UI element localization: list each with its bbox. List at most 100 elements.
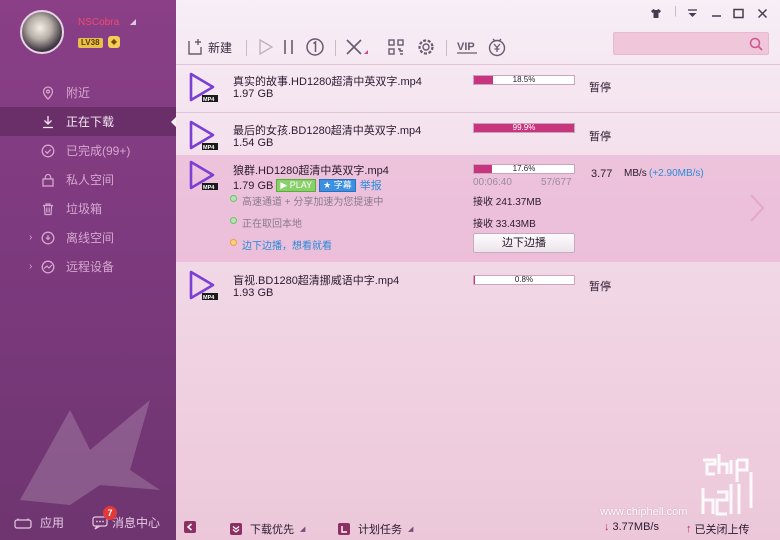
lock-icon: [40, 172, 56, 188]
toolbar-divider: [335, 40, 336, 56]
search-input[interactable]: [614, 33, 744, 54]
start-button[interactable]: [258, 36, 274, 58]
speed-limit-button[interactable]: [305, 36, 325, 58]
file-name: 真实的故事.HD1280超清中英双字.mp4: [233, 76, 422, 88]
svg-text:MP4: MP4: [203, 97, 215, 102]
download-row[interactable]: MP4 最后的女孩.BD1280超清中英双字.mp4 1.54 GB 99.9%…: [176, 113, 780, 155]
sidebar-item-offline-space[interactable]: › 离线空间: [0, 223, 176, 252]
svg-text:VIP: VIP: [457, 41, 475, 53]
play-tag[interactable]: ▶ PLAY: [276, 179, 317, 192]
file-size-with-tags: 1.79 GB ▶ PLAY ★ 字幕 举报: [233, 177, 382, 193]
main-menu-icon[interactable]: [687, 8, 698, 22]
scheduled-tasks-label: 计划任务: [358, 524, 402, 536]
maximize-icon[interactable]: [733, 8, 744, 22]
vip-button[interactable]: VIP: [456, 36, 478, 58]
main-panel: | 新建 VIP MP4 真实的故事.HD1280超清中英双字.mp4 1.97…: [176, 0, 780, 540]
avatar[interactable]: [20, 10, 64, 54]
speed-unit: MB/s: [624, 168, 647, 179]
delete-button[interactable]: [345, 36, 369, 58]
yuan-coin-button[interactable]: [487, 36, 507, 58]
progress-bar: 18.5%: [473, 75, 575, 85]
download-speed-indicator[interactable]: ↓ 3.77MB/s: [604, 521, 659, 533]
close-icon[interactable]: [757, 8, 768, 22]
skin-shirt-icon[interactable]: [650, 8, 662, 22]
progress-bar: 17.6%: [473, 164, 575, 174]
progress-bar: 0.8%: [473, 275, 575, 285]
mp4-file-icon: MP4: [189, 160, 218, 190]
chevron-right-icon[interactable]: [748, 193, 766, 223]
mp4-file-icon: MP4: [189, 72, 218, 102]
download-priority-label: 下载优先: [250, 524, 294, 536]
play-while-download-button[interactable]: 边下边播: [473, 233, 575, 253]
pieces-count: 57/677: [541, 177, 572, 188]
play-icon: [259, 38, 274, 56]
download-row-selected[interactable]: MP4 狼群.HD1280超清中英双字.mp4 1.79 GB ▶ PLAY ★ 字…: [176, 155, 780, 262]
sidebar-item-label: 垃圾箱: [66, 202, 103, 216]
status-text: 暂停: [589, 82, 611, 94]
sidebar-item-trash[interactable]: 垃圾箱: [0, 194, 176, 223]
sidebar-item-nearby[interactable]: 附近: [0, 78, 176, 107]
search-icon[interactable]: [749, 37, 763, 54]
subtitle-tag[interactable]: ★ 字幕: [319, 179, 356, 192]
sidebar-item-completed[interactable]: 已完成(99+): [0, 136, 176, 165]
toolbar-divider: [446, 40, 447, 56]
username[interactable]: NSCobra: [78, 17, 119, 28]
cloud-icon: [40, 230, 56, 246]
sidebar-item-label: 私人空间: [66, 173, 115, 187]
chevron-right-icon[interactable]: ›: [29, 232, 32, 243]
new-task-button[interactable]: 新建: [186, 36, 232, 58]
dropdown-arrow-icon: ◢: [408, 526, 414, 533]
trash-icon: [40, 201, 56, 217]
report-link[interactable]: 举报: [360, 180, 382, 192]
grid-icon: [388, 39, 404, 55]
file-name: 盲视.BD1280超清挪威语中字.mp4: [233, 275, 400, 287]
upload-toggle[interactable]: ↑ 已关闭上传: [686, 521, 750, 537]
scheduled-tasks-button[interactable]: 计划任务 ◢: [338, 521, 413, 537]
app-window: NSCobra LV38 ◆ 附近 正在下载 已完成(99+) 私人空间 垃圾箱…: [0, 0, 780, 540]
speed-limit-icon: [306, 38, 324, 56]
file-size: 1.79 GB: [233, 180, 274, 192]
settings-button[interactable]: [416, 36, 436, 58]
priority-down-icon: [230, 523, 242, 535]
received-amount: 接收 241.37MB: [473, 197, 542, 208]
download-priority-button[interactable]: 下载优先 ◢: [230, 521, 305, 537]
progress-text: 99.9%: [512, 123, 536, 132]
file-name: 最后的女孩.BD1280超清中英双字.mp4: [233, 125, 422, 137]
file-size: 1.54 GB: [233, 137, 274, 149]
download-speed: 3.77: [591, 168, 613, 180]
sidebar-item-private-space[interactable]: 私人空间: [0, 165, 176, 194]
download-row[interactable]: MP4 盲视.BD1280超清挪威语中字.mp4 1.93 GB 0.8% 暂停: [176, 263, 780, 305]
minimize-icon[interactable]: [711, 8, 722, 22]
chevron-right-icon[interactable]: ›: [29, 261, 32, 272]
new-task-icon: [188, 39, 202, 55]
status-dot-green: [230, 195, 237, 202]
toolbar-divider: [246, 40, 247, 56]
play-while-download-link[interactable]: 边下边播，想看就看: [242, 237, 332, 252]
upload-arrow-icon: ↑: [686, 523, 692, 535]
sidebar-item-remote-device[interactable]: › 远程设备: [0, 252, 176, 281]
apps-button[interactable]: 应用: [14, 514, 64, 531]
toolbar-separator: [176, 64, 780, 65]
status-bar: 下载优先 ◢ 计划任务 ◢ ↓ 3.77MB/s ↑ 已关闭上传: [176, 514, 780, 540]
file-size: 1.93 GB: [233, 287, 274, 299]
apps-label: 应用: [40, 516, 65, 530]
account-menu-icon[interactable]: [130, 19, 136, 25]
local-fetch-status: 正在取回本地: [242, 219, 302, 230]
download-row[interactable]: MP4 真实的故事.HD1280超清中英双字.mp4 1.97 GB 18.5%…: [176, 66, 780, 112]
collapse-sidebar-button[interactable]: [184, 521, 204, 533]
batch-select-button[interactable]: [387, 36, 405, 58]
vip-coin-icon[interactable]: ◆: [108, 36, 120, 48]
sidebar-item-downloading[interactable]: 正在下载: [0, 107, 177, 136]
chevron-left-icon: [184, 521, 196, 533]
download-arrow-icon: ↓: [604, 521, 610, 533]
file-name: 狼群.HD1280超清中英双字.mp4: [233, 165, 389, 177]
pause-icon: [284, 40, 293, 54]
message-center-button[interactable]: 消息中心: [92, 514, 160, 531]
progress-bar: 99.9%: [473, 123, 575, 133]
message-center-label: 消息中心: [112, 516, 161, 530]
gear-icon: [418, 39, 434, 55]
decorative-wing-background: [20, 400, 160, 505]
pause-button[interactable]: [282, 36, 296, 58]
sidebar-item-label: 离线空间: [66, 231, 115, 245]
apps-icon: [14, 518, 32, 529]
